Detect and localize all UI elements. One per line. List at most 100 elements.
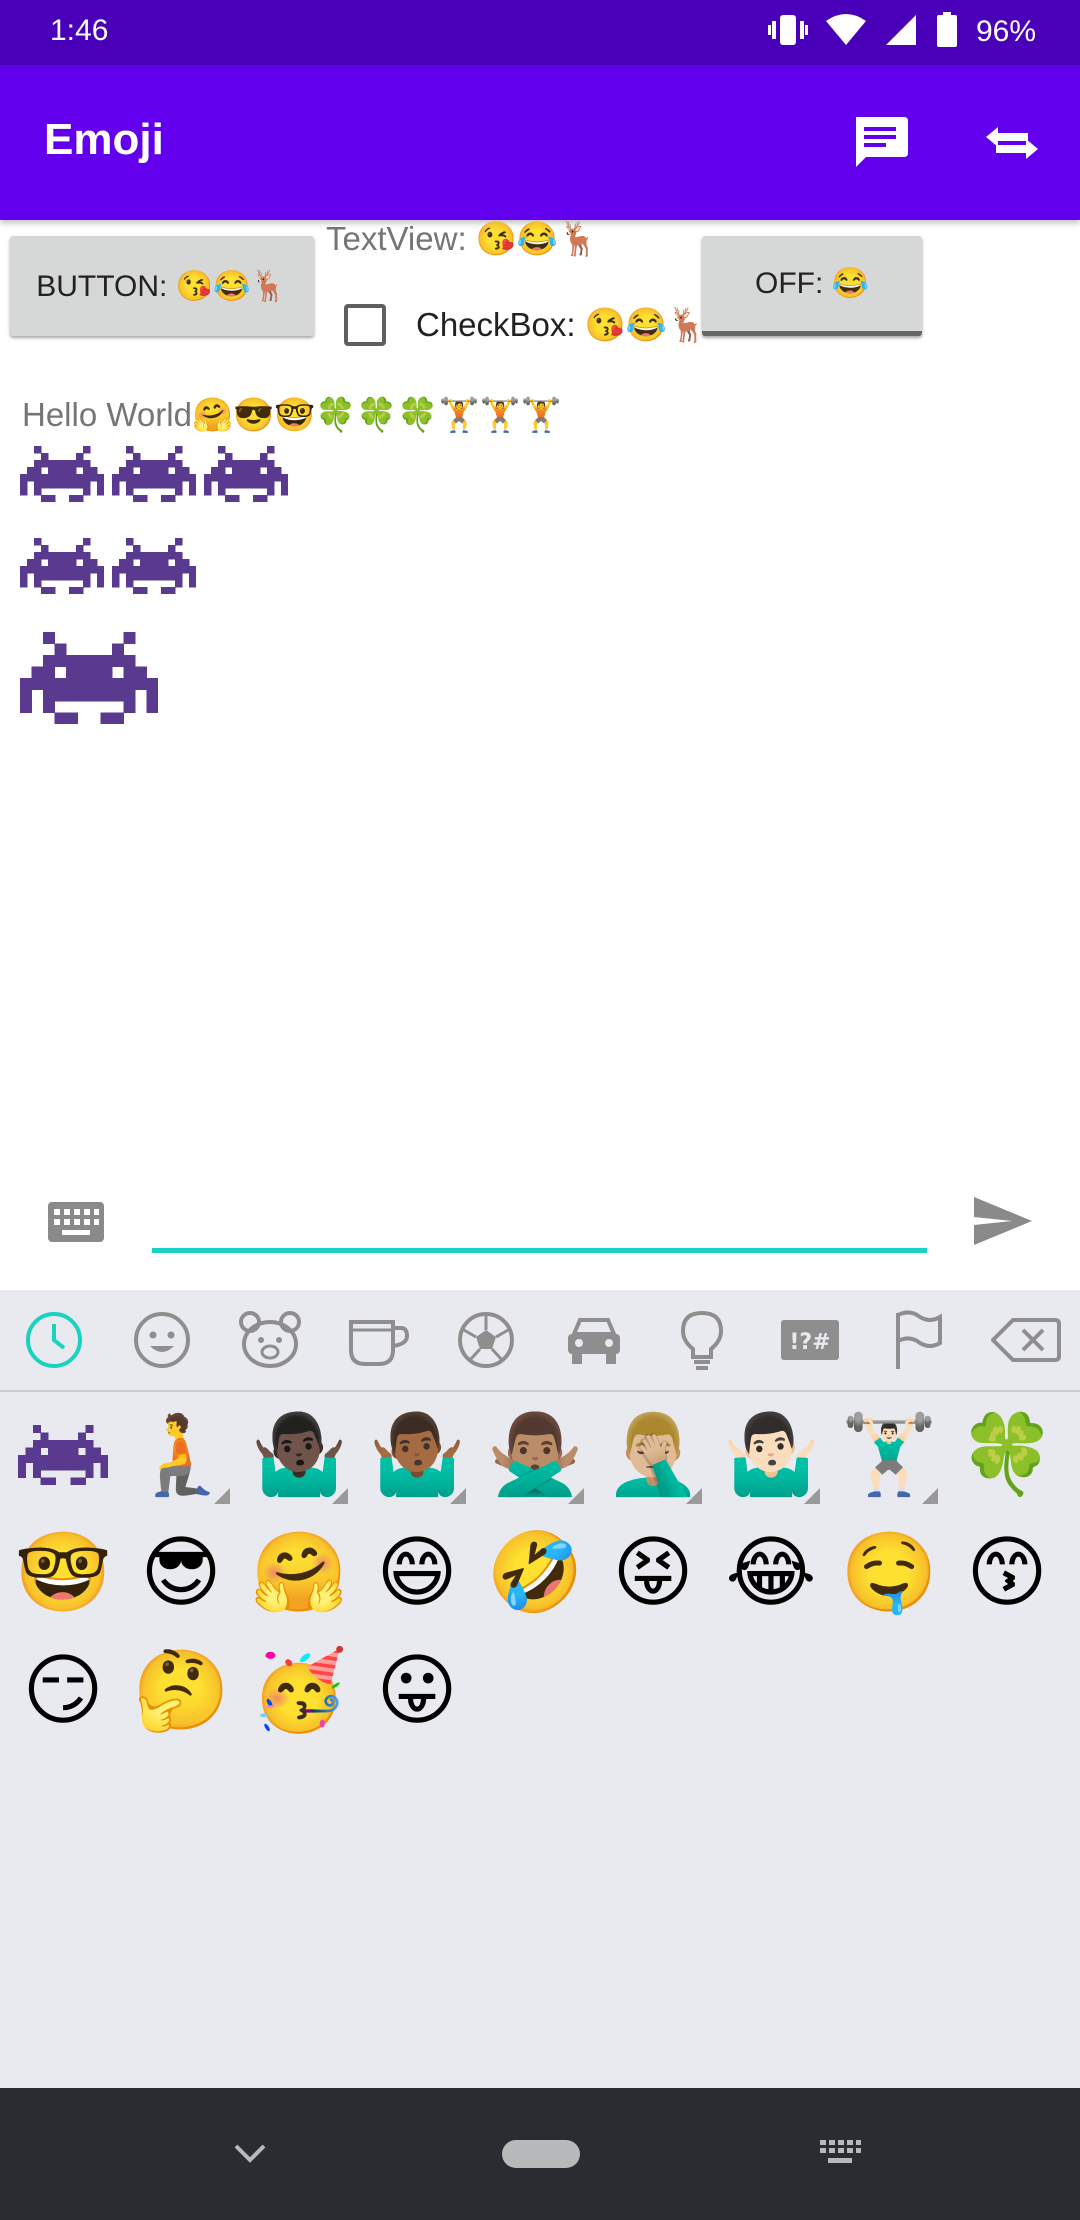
invader-row-1 xyxy=(20,446,289,506)
tab-food[interactable] xyxy=(343,1305,413,1375)
invader-emoji xyxy=(112,538,197,598)
emoji-key[interactable]: 🤷🏻‍♂️ xyxy=(716,1400,826,1510)
emoji-glyph: 🏋🏻‍♂️ xyxy=(840,1409,938,1500)
emoji-key[interactable]: 🙅🏽‍♂️ xyxy=(480,1400,590,1510)
emoji-key[interactable]: 😏 xyxy=(8,1636,118,1746)
emoji-glyph: 🤷🏿‍♂️ xyxy=(250,1409,348,1500)
emoji-key[interactable]: 🤓 xyxy=(8,1518,118,1628)
emoji-key[interactable]: 🤷🏿‍♂️ xyxy=(244,1400,354,1510)
status-icons: 96% xyxy=(767,10,1036,54)
emoji-key[interactable]: 🤦🏼‍♂️ xyxy=(598,1400,708,1510)
status-bar: 1:46 96% xyxy=(0,0,1080,65)
tab-travel[interactable] xyxy=(559,1305,629,1375)
emoji-keyboard: !?# 🧎 🤷🏿‍♂️ 🤷🏾‍♂️ 🙅🏽‍♂️ 🤦🏼‍♂️ 🤷🏻‍♂️ 🏋🏻‍♂️ 🍀 🤓 😎 🤗 😄… xyxy=(0,1290,1080,2088)
invader-emoji xyxy=(204,446,289,506)
emoji-glyph: 🤷🏾‍♂️ xyxy=(368,1409,466,1500)
emoji-glyph: 😙 xyxy=(966,1528,1048,1618)
emoji-key[interactable]: 🧎 xyxy=(126,1400,236,1510)
app-bar: Emoji xyxy=(0,65,1080,220)
emoji-key[interactable]: 🍀 xyxy=(952,1400,1062,1510)
emoji-glyph: 🍀 xyxy=(958,1409,1056,1500)
checkbox-box[interactable] xyxy=(344,304,386,346)
car-icon xyxy=(568,1318,620,1364)
emoji-key[interactable]: 🤣 xyxy=(480,1518,590,1628)
skin-tone-variants-indicator xyxy=(804,1488,820,1504)
skin-tone-variants-indicator xyxy=(214,1488,230,1504)
emoji-key[interactable]: 😎 xyxy=(126,1518,236,1628)
emoji-glyph: 😎 xyxy=(140,1528,222,1618)
tab-symbols[interactable]: !?# xyxy=(775,1305,845,1375)
emoji-key[interactable]: 🏋🏻‍♂️ xyxy=(834,1400,944,1510)
toggle-button[interactable]: OFF: 😂 xyxy=(702,236,922,336)
tab-recent[interactable] xyxy=(19,1305,89,1375)
input-bar xyxy=(0,1160,1080,1290)
emoji-button[interactable]: BUTTON: 😘😂🦌 xyxy=(10,236,314,336)
emoji-glyph: 🤓 xyxy=(14,1527,112,1618)
recent-clock-icon xyxy=(26,1312,82,1368)
emoji-glyph: 🥳 xyxy=(250,1645,348,1736)
emoji-glyph: 🤔 xyxy=(132,1645,230,1736)
tab-flags[interactable] xyxy=(883,1305,953,1375)
emoji-glyph: 🤷🏻‍♂️ xyxy=(722,1409,820,1500)
message-icon xyxy=(856,117,908,167)
tab-backspace[interactable] xyxy=(991,1305,1061,1375)
emoji-key[interactable]: 🤤 xyxy=(834,1518,944,1628)
emoji-glyph: 😂 xyxy=(725,1528,817,1618)
send-icon xyxy=(974,1197,1032,1245)
emoji-key[interactable]: 😛 xyxy=(362,1636,472,1746)
swap-icon xyxy=(986,127,1038,159)
emoji-glyph: 😏 xyxy=(22,1646,104,1736)
nav-keyboard-switch[interactable] xyxy=(810,2128,870,2178)
chevron-down-icon xyxy=(234,2144,266,2163)
emoji-key[interactable]: 😝 xyxy=(598,1518,708,1628)
skin-tone-variants-indicator xyxy=(686,1488,702,1504)
ball-icon xyxy=(458,1312,514,1368)
emoji-key[interactable] xyxy=(8,1400,118,1510)
status-time: 1:46 xyxy=(50,14,109,47)
battery-percent: 96% xyxy=(975,15,1036,48)
tab-animals[interactable] xyxy=(235,1305,305,1375)
invader-emoji xyxy=(20,632,159,728)
swap-button[interactable] xyxy=(980,111,1044,175)
message-input[interactable] xyxy=(152,1190,927,1246)
emoji-textview: TextView: 😘😂🦌 xyxy=(326,220,600,257)
emoji-key[interactable]: 😙 xyxy=(952,1518,1062,1628)
emoji-checkbox[interactable]: CheckBox: 😘😂🦌 xyxy=(344,304,708,346)
bear-icon xyxy=(239,1311,301,1368)
send-button[interactable] xyxy=(968,1186,1038,1256)
emoji-key[interactable]: 😂 xyxy=(716,1518,826,1628)
emoji-key[interactable]: 🥳 xyxy=(244,1636,354,1746)
nav-home-pill[interactable] xyxy=(502,2140,580,2168)
skin-tone-variants-indicator xyxy=(568,1488,584,1504)
invader-row-3 xyxy=(20,632,159,728)
emoji-glyph: 🙅🏽‍♂️ xyxy=(486,1409,584,1500)
cup-icon xyxy=(349,1320,410,1366)
keyboard-switch-icon xyxy=(820,2140,861,2163)
keyboard-toggle-button[interactable] xyxy=(44,1190,108,1254)
vibrate-icon xyxy=(767,13,808,51)
emoji-glyph: 😄 xyxy=(376,1528,458,1618)
emoji-glyph: 😛 xyxy=(376,1646,458,1736)
content-area: BUTTON: 😘😂🦌 TextView: 😘😂🦌 CheckBox: 😘😂🦌 … xyxy=(0,220,1080,1290)
invader-emoji xyxy=(112,446,197,506)
emoji-glyph: 😝 xyxy=(612,1528,694,1618)
tab-smileys[interactable] xyxy=(127,1305,197,1375)
tab-activities[interactable] xyxy=(451,1305,521,1375)
emoji-key[interactable]: 🤔 xyxy=(126,1636,236,1746)
tab-objects[interactable] xyxy=(667,1305,737,1375)
input-underline xyxy=(152,1248,927,1253)
emoji-category-tabs: !?# xyxy=(0,1290,1080,1392)
bulb-icon xyxy=(680,1310,724,1370)
emoji-key[interactable]: 🤗 xyxy=(244,1518,354,1628)
emoji-key[interactable]: 🤷🏾‍♂️ xyxy=(362,1400,472,1510)
nav-back-button[interactable] xyxy=(220,2128,280,2178)
emoji-glyph: 🤗 xyxy=(250,1527,348,1618)
wifi-icon xyxy=(825,13,866,51)
emoji-glyph: 🤤 xyxy=(840,1527,938,1618)
message-button[interactable] xyxy=(848,111,912,175)
system-nav-bar xyxy=(0,2088,1080,2220)
invader-emoji xyxy=(20,446,105,506)
emoji-key[interactable]: 😄 xyxy=(362,1518,472,1628)
hello-world-text: Hello World🤗😎🤓🍀🍀🍀🏋️🏋️🏋️ xyxy=(22,396,562,433)
emoji-glyph: 🤣 xyxy=(486,1527,584,1618)
